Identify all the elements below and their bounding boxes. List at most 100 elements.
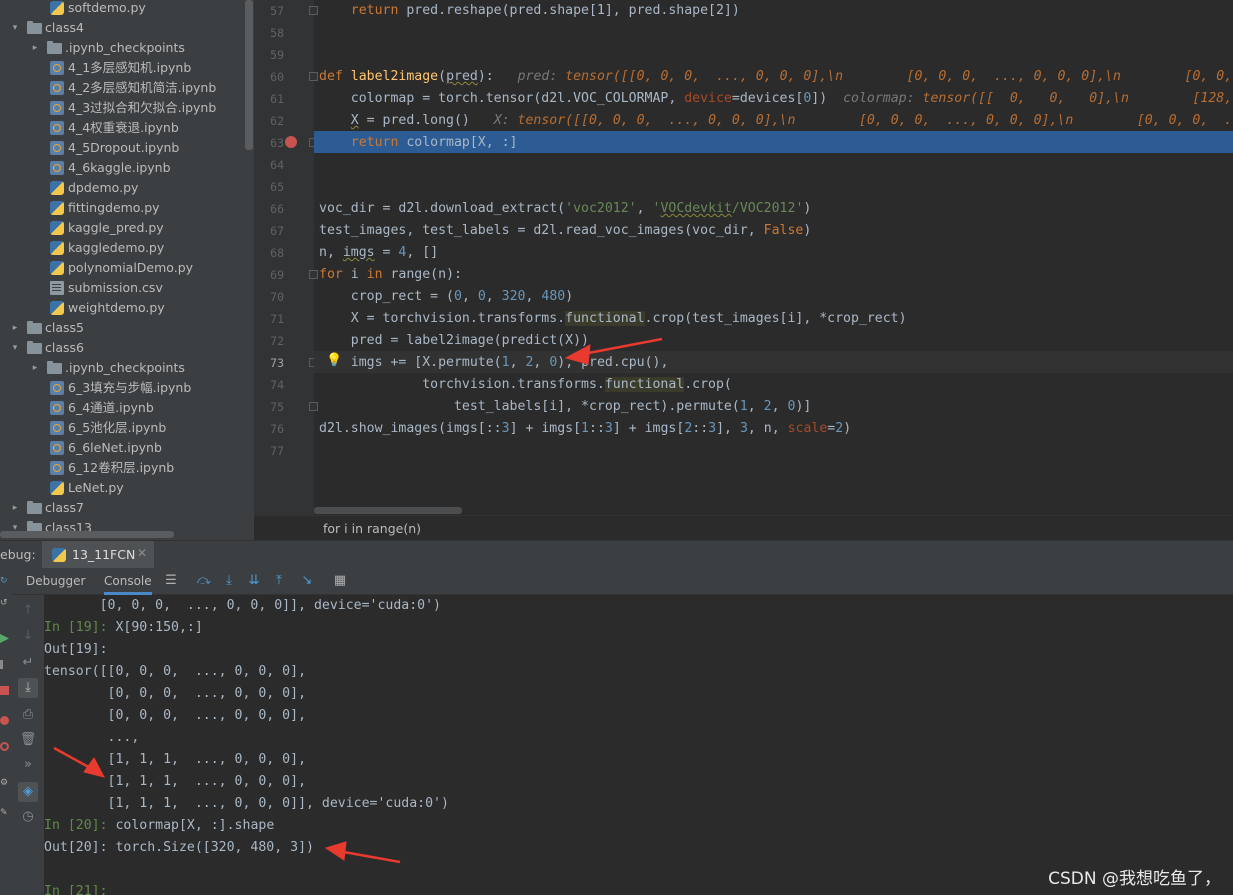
- settings-icon[interactable]: ⚙: [0, 778, 9, 788]
- more-actions-icon[interactable]: »: [18, 755, 38, 775]
- pin-icon[interactable]: ✎: [0, 808, 9, 818]
- tree-file[interactable]: weightdemo.py: [0, 298, 244, 318]
- line-number[interactable]: 64: [254, 154, 284, 176]
- step-into-icon[interactable]: ⇊: [245, 572, 263, 590]
- line-number[interactable]: 71: [254, 308, 284, 330]
- tree-file[interactable]: 4_1多层感知机.ipynb: [0, 58, 244, 78]
- stop-icon[interactable]: [0, 686, 9, 695]
- print-icon[interactable]: ⎙: [18, 705, 38, 725]
- editor-horizontal-scrollbar[interactable]: [314, 507, 462, 514]
- editor-gutter[interactable]: 57 58 59 60 61 62 63 64 65 66 67 68 69 70 71 72 73 74 75 76…: [254, 0, 318, 515]
- tree-file[interactable]: submission.csv: [0, 278, 244, 298]
- resume-icon[interactable]: [0, 634, 9, 643]
- tree-file[interactable]: polynomialDemo.py: [0, 258, 244, 278]
- view-breakpoints-icon[interactable]: [0, 716, 9, 725]
- scroll-up-icon[interactable]: ↑: [18, 601, 38, 621]
- tree-file[interactable]: kaggledemo.py: [0, 238, 244, 258]
- mute-breakpoints-icon[interactable]: [0, 742, 9, 751]
- line-number[interactable]: 59: [254, 44, 284, 66]
- line-number[interactable]: 70: [254, 286, 284, 308]
- line-number[interactable]: 74: [254, 374, 284, 396]
- wrench-icon[interactable]: ↺: [0, 598, 9, 608]
- tree-vertical-scrollbar[interactable]: [245, 0, 253, 150]
- rerun-icon[interactable]: ↻: [0, 576, 9, 586]
- run-to-cursor-icon[interactable]: ↘: [298, 572, 316, 590]
- notebook-icon: [50, 441, 64, 455]
- tree-file[interactable]: fittingdemo.py: [0, 198, 244, 218]
- tree-file[interactable]: 6_5池化层.ipynb: [0, 418, 244, 438]
- tree-file[interactable]: kaggle_pred.py: [0, 218, 244, 238]
- tree-file[interactable]: dpdemo.py: [0, 178, 244, 198]
- line-number[interactable]: 75: [254, 396, 284, 418]
- line-number[interactable]: 65: [254, 176, 284, 198]
- tree-file[interactable]: 6_6leNet.ipynb: [0, 438, 244, 458]
- debug-console-output[interactable]: [0, 0, 0, ..., 0, 0, 0]], device='cuda:0…: [44, 595, 1233, 895]
- line-number[interactable]: 60: [254, 66, 284, 88]
- scroll-to-end-icon[interactable]: ⤓: [18, 678, 38, 698]
- project-tree[interactable]: softdemo.py ▾ class4 ▸ .ipynb_checkpoints 4_1…: [0, 0, 254, 540]
- chevron-down-icon[interactable]: ▾: [10, 18, 20, 38]
- tree-file[interactable]: 6_3填充与步幅.ipynb: [0, 378, 244, 398]
- chevron-down-icon[interactable]: ▾: [10, 338, 20, 358]
- line-number[interactable]: 72: [254, 330, 284, 352]
- line-number[interactable]: 66: [254, 198, 284, 220]
- tree-folder[interactable]: ▾ class4: [0, 18, 244, 38]
- breadcrumb-item[interactable]: for i in range(n): [323, 521, 421, 536]
- line-number[interactable]: 61: [254, 88, 284, 110]
- line-number[interactable]: 67: [254, 220, 284, 242]
- python-file-icon: [50, 181, 64, 195]
- chevron-right-icon[interactable]: ▸: [10, 318, 20, 338]
- line-number[interactable]: 73: [254, 352, 284, 374]
- chevron-right-icon[interactable]: ▸: [30, 358, 40, 378]
- soft-wrap-icon[interactable]: ↵: [18, 653, 38, 673]
- code-editor[interactable]: 57 58 59 60 61 62 63 64 65 66 67 68 69 70 71 72 73 74 75 76…: [254, 0, 1233, 540]
- show-execution-point-icon[interactable]: ⤼: [195, 572, 213, 590]
- tree-file[interactable]: 6_12卷积层.ipynb: [0, 458, 244, 478]
- line-number[interactable]: 68: [254, 242, 284, 264]
- evaluate-expression-icon[interactable]: ▦: [331, 572, 349, 590]
- layout-menu-icon[interactable]: ☰: [162, 572, 180, 590]
- line-number[interactable]: 69: [254, 264, 284, 286]
- tab-debugger[interactable]: Debugger: [26, 568, 85, 595]
- line-number[interactable]: 77: [254, 440, 284, 462]
- python-console-icon[interactable]: ◈: [18, 782, 38, 802]
- tree-file[interactable]: 4_4权重衰退.ipynb: [0, 118, 244, 138]
- lightbulb-icon[interactable]: 💡: [326, 353, 342, 369]
- line-number[interactable]: 58: [254, 22, 284, 44]
- pause-icon[interactable]: [0, 660, 3, 669]
- line-number[interactable]: 62: [254, 110, 284, 132]
- close-icon[interactable]: ✕: [137, 546, 147, 560]
- step-over-icon[interactable]: ⤓: [220, 572, 238, 590]
- breadcrumb[interactable]: for i in range(n): [254, 515, 1233, 540]
- fold-marker-icon[interactable]: [309, 270, 318, 279]
- step-out-icon[interactable]: ⤒: [270, 572, 288, 590]
- tree-file[interactable]: 4_6kaggle.ipynb: [0, 158, 244, 178]
- chevron-right-icon[interactable]: ▸: [30, 38, 40, 58]
- tree-item-label: .ipynb_checkpoints: [65, 40, 185, 55]
- tab-console[interactable]: Console: [104, 568, 152, 595]
- breakpoint-icon[interactable]: [285, 136, 297, 148]
- tree-file[interactable]: 6_4通道.ipynb: [0, 398, 244, 418]
- tree-folder[interactable]: ▸ class5: [0, 318, 244, 338]
- trash-icon[interactable]: 🗑: [18, 730, 38, 750]
- tree-file[interactable]: 4_3过拟合和欠拟合.ipynb: [0, 98, 244, 118]
- line-number[interactable]: 76: [254, 418, 284, 440]
- line-number[interactable]: 57: [254, 0, 284, 22]
- tree-file[interactable]: softdemo.py: [0, 0, 244, 18]
- fold-marker-icon[interactable]: [309, 402, 318, 411]
- fold-marker-icon[interactable]: [309, 72, 318, 81]
- tree-file[interactable]: 4_5Dropout.ipynb: [0, 138, 244, 158]
- tree-folder[interactable]: ▸ .ipynb_checkpoints: [0, 358, 244, 378]
- tree-file[interactable]: 4_2多层感知机简洁.ipynb: [0, 78, 244, 98]
- tree-folder[interactable]: ▾ class6: [0, 338, 244, 358]
- fold-marker-icon[interactable]: [309, 6, 318, 15]
- tree-horizontal-scrollbar[interactable]: [0, 531, 174, 538]
- scroll-down-icon[interactable]: ↓: [18, 626, 38, 646]
- line-number[interactable]: 63: [254, 132, 284, 154]
- history-icon[interactable]: ◷: [18, 807, 38, 827]
- debug-session-tab[interactable]: 13_11FCN ✕: [42, 541, 154, 569]
- tree-folder[interactable]: ▸ class7: [0, 498, 244, 518]
- tree-file[interactable]: LeNet.py: [0, 478, 244, 498]
- chevron-right-icon[interactable]: ▸: [10, 498, 20, 518]
- tree-folder[interactable]: ▸ .ipynb_checkpoints: [0, 38, 244, 58]
